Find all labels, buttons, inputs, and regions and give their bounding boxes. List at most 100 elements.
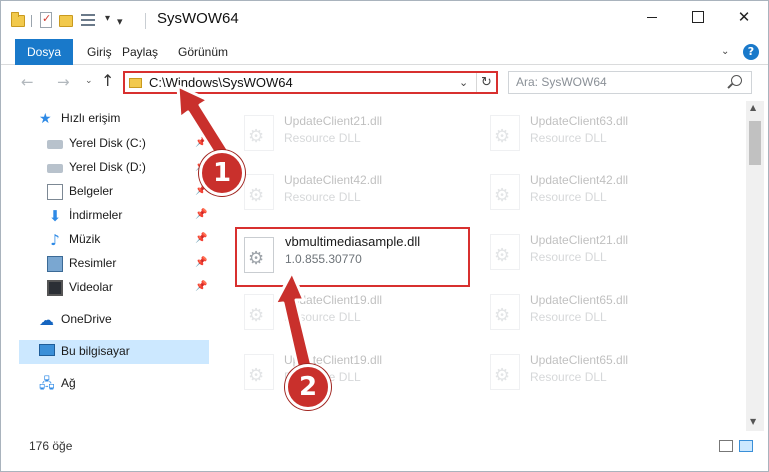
file-description: Resource DLL (530, 131, 607, 145)
dll-file-icon (244, 174, 274, 210)
dll-file-icon (244, 294, 274, 330)
folder-icon (129, 78, 142, 88)
sidebar-item-label: Ağ (61, 376, 76, 390)
window-title: SysWOW64 (157, 10, 239, 27)
address-history-button[interactable]: ⌄ (459, 76, 468, 89)
file-tile[interactable]: UpdateClient19.dll Resource DLL (234, 344, 464, 404)
pin-icon: 📌 (195, 233, 208, 244)
pin-icon: 📌 (195, 257, 208, 268)
sidebar-item-documents[interactable]: Belgeler 📌 (19, 180, 209, 204)
scroll-down-icon[interactable]: ▼ (750, 417, 756, 426)
search-box[interactable]: Ara: SysWOW64 (508, 71, 752, 94)
refresh-button[interactable]: ↻ (476, 73, 496, 92)
sidebar-item-label: Belgeler (69, 184, 114, 198)
downloads-icon: ⬇ (48, 207, 62, 225)
help-icon[interactable]: ? (743, 44, 759, 60)
file-description: Resource DLL (530, 370, 607, 384)
status-bar: 176 öğe (1, 431, 768, 471)
videos-icon (47, 280, 63, 296)
drive-icon (47, 140, 63, 149)
forward-button[interactable]: → (57, 73, 70, 91)
sidebar-item-label: Müzik (69, 232, 101, 246)
file-name: UpdateClient63.dll (530, 114, 629, 128)
file-tile[interactable]: UpdateClient63.dll Resource DLL (480, 105, 710, 165)
close-button[interactable]: ✕ (721, 1, 767, 33)
customize-toolbar-icon[interactable]: ▾ (117, 15, 123, 33)
properties-icon[interactable] (40, 12, 52, 28)
search-input[interactable]: Ara: SysWOW64 (516, 75, 607, 89)
file-description: Resource DLL (284, 131, 361, 145)
tab-home[interactable]: Giriş (87, 39, 112, 65)
back-button[interactable]: ← (21, 73, 34, 91)
dll-file-icon (244, 354, 274, 390)
maximize-button[interactable] (675, 1, 721, 33)
sidebar-item-drive-c[interactable]: Yerel Disk (C:) 📌 (19, 132, 209, 156)
file-name: UpdateClient42.dll (284, 173, 383, 187)
title-bar: ▾ ▾ SysWOW64 ✕ (1, 1, 768, 39)
sidebar-item-label: Resimler (69, 256, 117, 270)
sidebar-item-quick-access[interactable]: ★ Hızlı erişim (19, 107, 209, 131)
toolbar-divider (31, 15, 32, 27)
sidebar-item-videos[interactable]: Videolar 📌 (19, 276, 209, 300)
sidebar-item-label: OneDrive (61, 312, 112, 326)
file-tile[interactable]: UpdateClient65.dll Resource DLL (480, 344, 710, 404)
new-folder-icon[interactable] (59, 15, 73, 27)
sidebar-item-downloads[interactable]: ⬇ İndirmeler 📌 (19, 204, 209, 228)
file-description: Resource DLL (284, 190, 361, 204)
star-icon: ★ (39, 111, 52, 127)
sidebar-item-label: Videolar (69, 280, 113, 294)
file-tile[interactable]: UpdateClient42.dll Resource DLL (480, 164, 710, 224)
file-tile-selected[interactable]: vbmultimediasample.dll 1.0.855.30770 (235, 227, 470, 287)
tab-file[interactable]: Dosya (15, 39, 73, 65)
tab-view[interactable]: Görünüm (178, 39, 228, 65)
sidebar-item-network[interactable]: 🖧 Ağ (19, 372, 209, 396)
view-options-icon[interactable] (81, 13, 97, 27)
file-name: UpdateClient42.dll (530, 173, 629, 187)
sidebar-item-drive-d[interactable]: Yerel Disk (D:) 📌 (19, 156, 209, 180)
sidebar-item-this-pc[interactable]: Bu bilgisayar (19, 340, 209, 364)
pin-icon: 📌 (195, 281, 208, 292)
minimize-button[interactable] (629, 1, 675, 33)
ribbon-tabs: Dosya Giriş Paylaş Görünüm ⌄ ? (1, 39, 768, 65)
file-tile[interactable]: UpdateClient21.dll Resource DLL (234, 105, 464, 165)
dll-file-icon (244, 237, 274, 273)
file-description: Resource DLL (530, 250, 607, 264)
scrollbar-thumb[interactable] (749, 121, 761, 165)
up-button[interactable]: ↑ (101, 71, 114, 90)
address-path[interactable]: C:\Windows\SysWOW64 (149, 75, 293, 90)
sidebar-item-music[interactable]: ♪ Müzik 📌 (19, 228, 209, 252)
dll-file-icon (490, 115, 520, 151)
documents-icon (47, 184, 63, 200)
file-name: UpdateClient21.dll (284, 114, 383, 128)
pin-icon: 📌 (195, 209, 208, 220)
file-description: Resource DLL (284, 310, 361, 324)
recent-locations-button[interactable]: ⌄ (85, 76, 93, 86)
sidebar-item-onedrive[interactable]: ☁ OneDrive (19, 308, 209, 332)
scroll-up-icon[interactable]: ▲ (750, 103, 756, 112)
expand-ribbon-icon[interactable]: ⌄ (721, 46, 729, 57)
file-description: Resource DLL (530, 190, 607, 204)
dll-file-icon (490, 174, 520, 210)
file-tile[interactable]: UpdateClient65.dll Resource DLL (480, 284, 710, 344)
tab-share[interactable]: Paylaş (122, 39, 158, 65)
sidebar-item-label: Yerel Disk (D:) (69, 160, 146, 174)
details-view-icon[interactable] (719, 440, 733, 452)
address-bar[interactable]: C:\Windows\SysWOW64 ⌄ ↻ (123, 71, 498, 94)
folder-icon (11, 12, 25, 27)
sidebar-item-label: Hızlı erişim (61, 111, 121, 125)
sidebar-item-pictures[interactable]: Resimler 📌 (19, 252, 209, 276)
file-tile[interactable]: UpdateClient19.dll Resource DLL (234, 284, 464, 344)
vertical-scrollbar[interactable]: ▲ ▼ (746, 101, 764, 431)
file-tile[interactable]: UpdateClient21.dll Resource DLL (480, 224, 710, 284)
chevron-down-icon[interactable]: ▾ (105, 13, 110, 31)
file-name: UpdateClient19.dll (284, 293, 383, 307)
computer-icon (39, 344, 55, 356)
file-tile[interactable]: UpdateClient42.dll Resource DLL (234, 164, 464, 224)
item-count: 176 öğe (29, 439, 73, 453)
sidebar-item-label: Bu bilgisayar (61, 344, 130, 358)
file-name: UpdateClient21.dll (530, 233, 629, 247)
file-description: 1.0.855.30770 (285, 252, 362, 266)
search-icon[interactable] (731, 75, 742, 86)
tiles-view-icon[interactable] (739, 440, 753, 452)
cloud-icon: ☁ (39, 311, 54, 329)
